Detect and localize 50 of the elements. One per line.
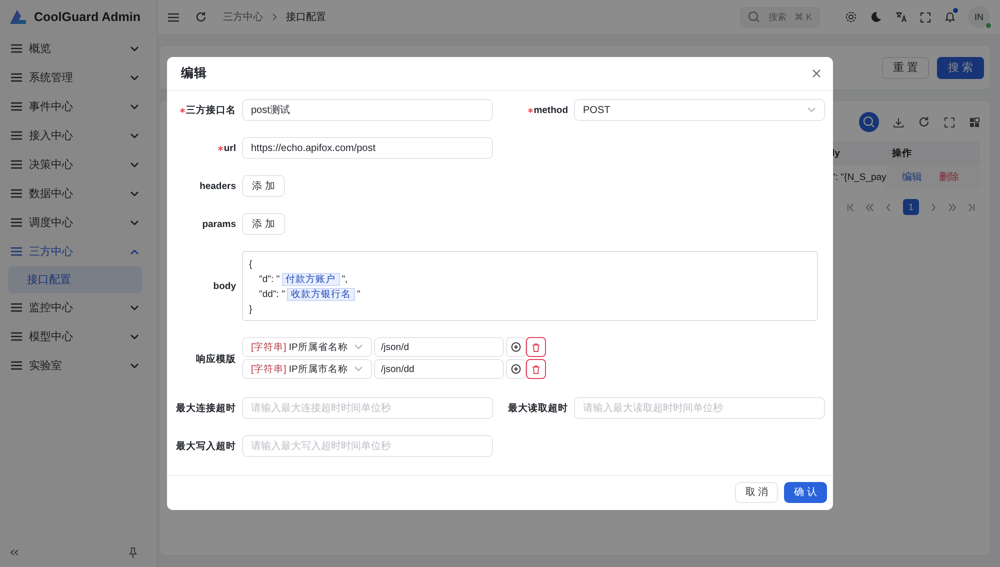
dialog-title: 编辑 [181, 65, 207, 82]
delete-link[interactable]: 删除 [939, 170, 959, 184]
add-header-button[interactable]: 添 加 [242, 175, 285, 197]
sidebar-item[interactable]: 数据中心 [0, 179, 139, 208]
field-label: body [213, 280, 236, 292]
field-label: 响应模版 [196, 352, 236, 366]
url-input[interactable]: https://echo.apifox.com/post [242, 137, 493, 159]
sidebar-item[interactable]: 系统管理 [0, 63, 139, 92]
path-input[interactable]: /json/d [374, 337, 504, 357]
method-select[interactable]: POST [574, 99, 825, 121]
app-title: CoolGuard Admin [34, 10, 140, 24]
write-timeout-input[interactable]: 请输入最大写入超时时间单位秒 [242, 435, 493, 457]
sidebar-item[interactable]: 模型中心 [0, 322, 139, 351]
field-select[interactable]: [字符串] IP所属省名称 [242, 337, 372, 357]
field-label: method [534, 104, 568, 116]
sidebar-item[interactable]: 实验室 [0, 351, 139, 380]
read-timeout-input[interactable]: 请输入最大读取超时时间单位秒 [574, 397, 825, 419]
field-label: params [202, 218, 236, 230]
user-avatar[interactable]: IN [968, 6, 990, 28]
field-label: 最大连接超时 [176, 402, 236, 414]
path-input[interactable]: /json/dd [374, 359, 504, 379]
field-label: headers [200, 180, 236, 192]
field-label: 最大读取超时 [508, 402, 568, 414]
sidebar-item[interactable]: 监控中心 [0, 293, 139, 322]
breadcrumb-item: 接口配置 [286, 10, 326, 24]
field-select[interactable]: [字符串] IP所属市名称 [242, 359, 372, 379]
name-input[interactable]: post测试 [242, 99, 493, 121]
sidebar-item[interactable]: 调度中心 [0, 208, 139, 237]
sidebar-subitem[interactable]: 接口配置 [8, 266, 142, 293]
body-editor[interactable]: { "d": " 付款方账户 ", "dd": " 收款方银行名 " } [242, 251, 818, 321]
search-button[interactable]: 搜 索 [936, 56, 984, 78]
column-header: 操作 [886, 141, 980, 165]
edit-link[interactable]: 编辑 [902, 170, 922, 184]
sidebar-item[interactable]: 概览 [0, 34, 139, 63]
variable-tag[interactable]: 付款方账户 [282, 273, 340, 286]
sidebar-item[interactable]: 三方中心 [0, 237, 139, 266]
field-label: 最大写入超时 [176, 440, 236, 452]
cancel-button[interactable]: 取 消 [735, 482, 778, 502]
connect-timeout-input[interactable]: 请输入最大连接超时时间单位秒 [242, 397, 493, 419]
reset-button[interactable]: 重 置 [882, 56, 929, 78]
breadcrumb-item[interactable]: 三方中心 [223, 10, 263, 24]
add-param-button[interactable]: 添 加 [242, 213, 285, 235]
sidebar-item[interactable]: 接入中心 [0, 121, 139, 150]
field-label: url [224, 142, 236, 154]
field-label: 三方接口名 [186, 104, 236, 116]
sidebar-item[interactable]: 决策中心 [0, 150, 139, 179]
sidebar-item[interactable]: 事件中心 [0, 92, 139, 121]
confirm-button[interactable]: 确 认 [784, 482, 827, 502]
variable-tag[interactable]: 收款方银行名 [286, 288, 355, 301]
page-button[interactable]: 1 [903, 199, 919, 215]
